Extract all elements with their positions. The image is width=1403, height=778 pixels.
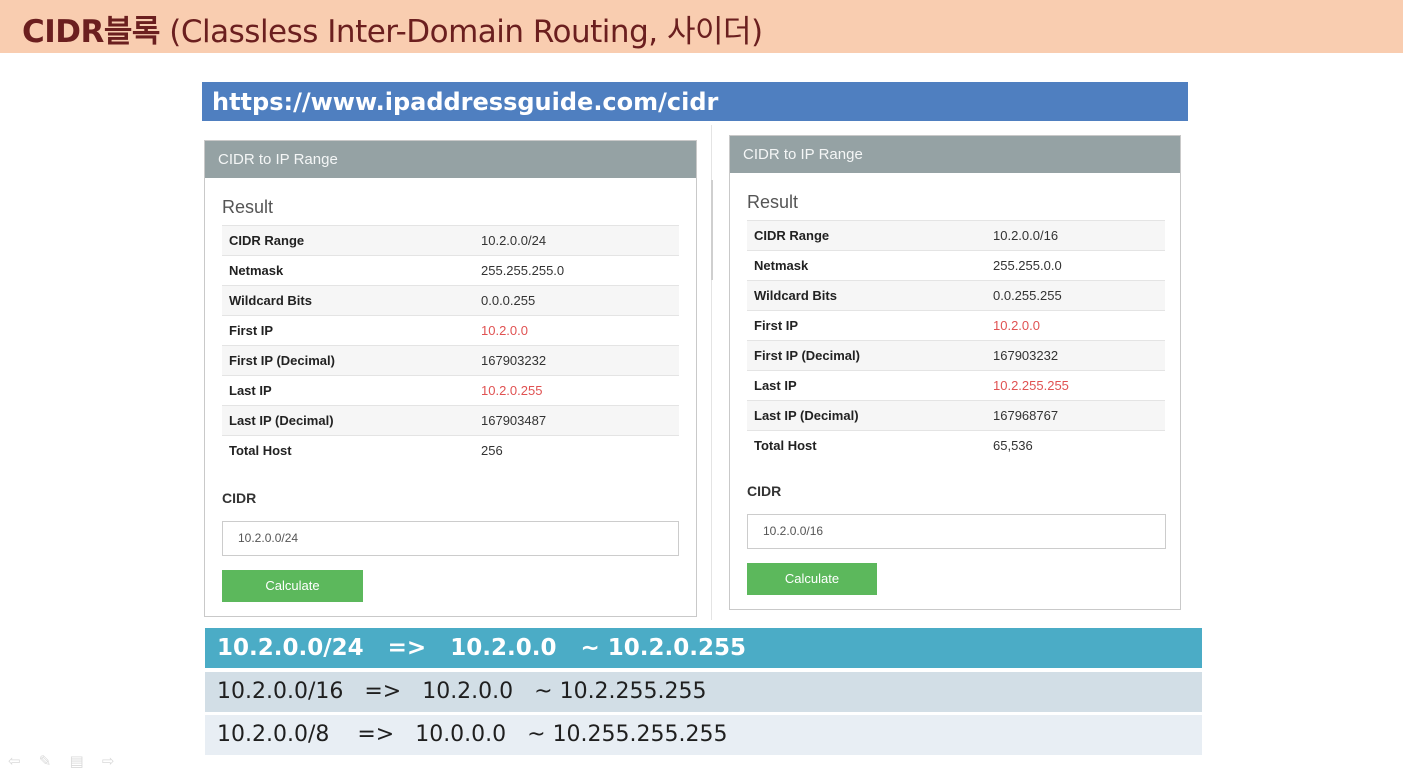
slide-title-bold: CIDR블록 <box>22 14 160 50</box>
row-value: 10.2.0.0/24 <box>474 225 679 256</box>
result-table: CIDR Range 10.2.0.0/16 Netmask 255.255.0.0… <box>747 220 1165 461</box>
cidr-label: CIDR <box>747 483 782 499</box>
table-row: Last IP (Decimal) 167903487 <box>222 405 679 436</box>
table-row: Last IP (Decimal) 167968767 <box>747 400 1165 431</box>
result-table: CIDR Range 10.2.0.0/24 Netmask 255.255.255… <box>222 225 679 466</box>
slideshow-nav: ⇦ ✎ ▤ ⇨ <box>8 752 128 770</box>
result-text: 10.2.0.0/16 => 10.2.0.0 ~ 10.2.255.255 <box>217 679 707 704</box>
menu-icon[interactable]: ▤ <box>70 753 84 770</box>
row-value: 10.2.0.0 <box>474 315 679 346</box>
row-label: Wildcard Bits <box>747 280 986 311</box>
table-row: First IP 10.2.0.0 <box>222 315 679 346</box>
row-value: 255.255.255.0 <box>474 255 679 286</box>
row-label: Last IP (Decimal) <box>222 405 474 436</box>
table-row: Total Host 65,536 <box>747 430 1165 461</box>
table-row: First IP 10.2.0.0 <box>747 310 1165 341</box>
result-title: Result <box>747 192 799 212</box>
row-label: Last IP (Decimal) <box>747 400 986 431</box>
row-label: Total Host <box>747 430 986 461</box>
url-banner: https://www.ipaddressguide.com/cidr <box>202 82 1188 121</box>
result-text: 10.2.0.0/24 => 10.2.0.0 ~ 10.2.0.255 <box>217 635 746 661</box>
row-label: CIDR Range <box>747 220 986 251</box>
left-cidr-panel: CIDR to IP Range Result CIDR Range 10.2.0… <box>204 140 697 617</box>
url-text: https://www.ipaddressguide.com/cidr <box>212 88 719 116</box>
row-value: 10.2.0.255 <box>474 375 679 406</box>
panel-header: CIDR to IP Range <box>730 136 1180 173</box>
calculate-button[interactable]: Calculate <box>747 563 877 595</box>
result-row-24: 10.2.0.0/24 => 10.2.0.0 ~ 10.2.0.255 <box>205 628 1202 668</box>
slide-title: CIDR블록 (Classless Inter-Domain Routing, … <box>22 6 763 51</box>
row-value: 167903487 <box>474 405 679 436</box>
result-text: 10.2.0.0/8 => 10.0.0.0 ~ 10.255.255.255 <box>217 722 728 747</box>
row-label: First IP <box>222 315 474 346</box>
row-label: First IP <box>747 310 986 341</box>
row-value: 167968767 <box>986 400 1165 431</box>
table-row: Last IP 10.2.0.255 <box>222 375 679 406</box>
table-row: Wildcard Bits 0.0.255.255 <box>747 280 1165 311</box>
title-bar: CIDR블록 (Classless Inter-Domain Routing, … <box>0 0 1403 53</box>
table-row: Wildcard Bits 0.0.0.255 <box>222 285 679 316</box>
table-row: Netmask 255.255.0.0 <box>747 250 1165 281</box>
arrow-right-icon[interactable]: ⇨ <box>102 753 115 770</box>
cidr-input[interactable]: 10.2.0.0/16 <box>747 514 1166 549</box>
row-label: Total Host <box>222 435 474 466</box>
row-value: 167903232 <box>986 340 1165 371</box>
table-row: Last IP 10.2.255.255 <box>747 370 1165 401</box>
row-value: 256 <box>474 435 679 466</box>
row-value: 0.0.0.255 <box>474 285 679 316</box>
row-value: 255.255.0.0 <box>986 250 1165 281</box>
pen-icon[interactable]: ✎ <box>39 753 52 770</box>
row-value: 10.2.0.0/16 <box>986 220 1165 251</box>
panel-header: CIDR to IP Range <box>205 141 696 178</box>
row-label: Last IP <box>222 375 474 406</box>
row-value: 167903232 <box>474 345 679 376</box>
row-label: Netmask <box>747 250 986 281</box>
cidr-label: CIDR <box>222 490 257 506</box>
result-row-16: 10.2.0.0/16 => 10.2.0.0 ~ 10.2.255.255 <box>205 672 1202 712</box>
table-row: Total Host 256 <box>222 435 679 466</box>
row-label: First IP (Decimal) <box>222 345 474 376</box>
table-row: CIDR Range 10.2.0.0/24 <box>222 225 679 256</box>
row-label: Netmask <box>222 255 474 286</box>
row-value: 10.2.255.255 <box>986 370 1165 401</box>
table-row: Netmask 255.255.255.0 <box>222 255 679 286</box>
row-label: First IP (Decimal) <box>747 340 986 371</box>
slide-title-rest: (Classless Inter-Domain Routing, 사이더) <box>159 14 763 50</box>
table-row: CIDR Range 10.2.0.0/16 <box>747 220 1165 251</box>
row-value: 65,536 <box>986 430 1165 461</box>
right-cidr-panel: CIDR to IP Range Result CIDR Range 10.2.0… <box>729 135 1181 610</box>
cidr-input[interactable]: 10.2.0.0/24 <box>222 521 679 556</box>
calculate-button[interactable]: Calculate <box>222 570 363 602</box>
table-row: First IP (Decimal) 167903232 <box>222 345 679 376</box>
result-row-8: 10.2.0.0/8 => 10.0.0.0 ~ 10.255.255.255 <box>205 715 1202 755</box>
arrow-left-icon[interactable]: ⇦ <box>8 753 21 770</box>
row-label: CIDR Range <box>222 225 474 256</box>
row-value: 10.2.0.0 <box>986 310 1165 341</box>
scrollbar-thumb[interactable] <box>711 180 713 280</box>
row-label: Wildcard Bits <box>222 285 474 316</box>
table-row: First IP (Decimal) 167903232 <box>747 340 1165 371</box>
row-value: 0.0.255.255 <box>986 280 1165 311</box>
result-title: Result <box>222 197 274 217</box>
row-label: Last IP <box>747 370 986 401</box>
